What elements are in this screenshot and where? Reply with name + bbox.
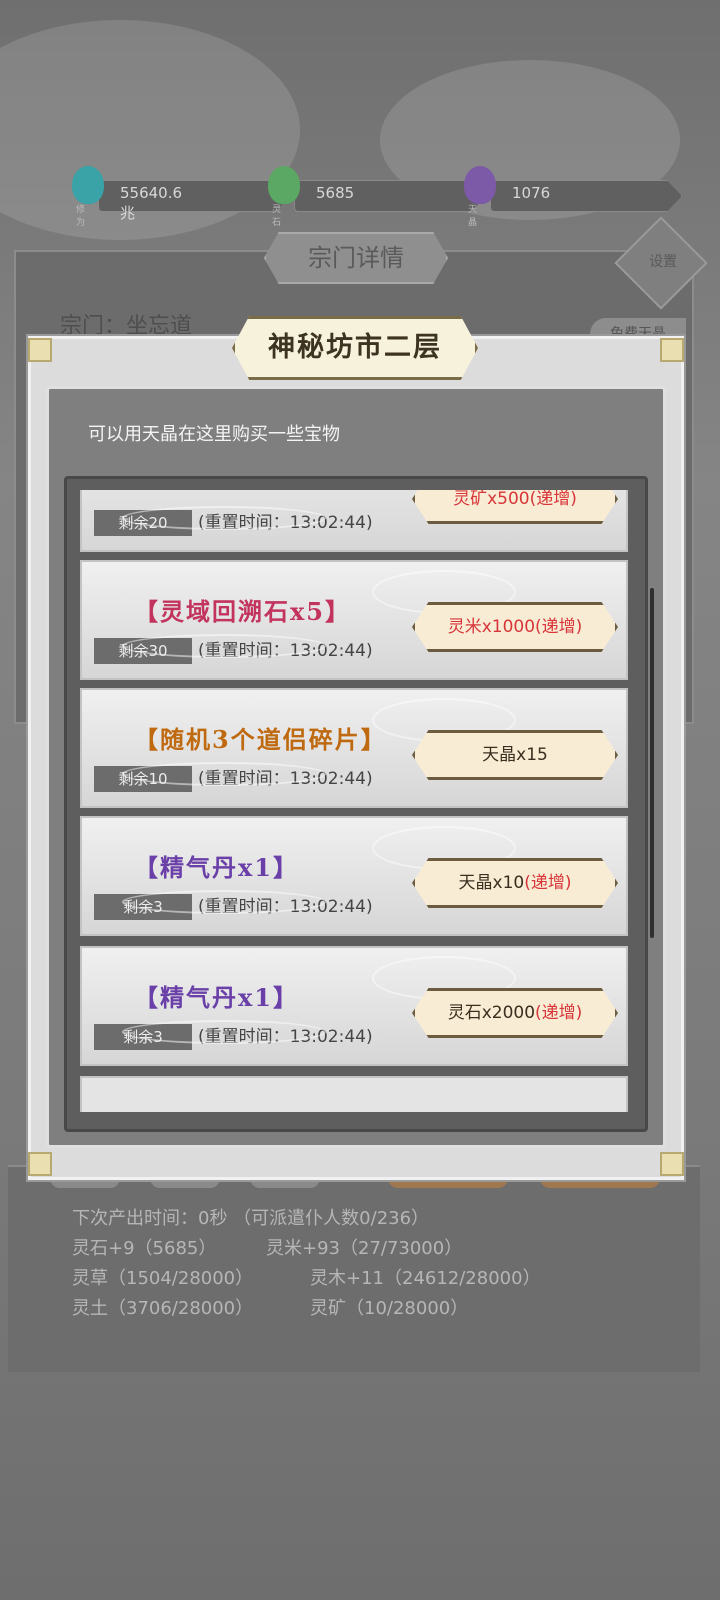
currency-value: 1076: [512, 184, 551, 202]
item-remaining: 剩余20: [94, 510, 192, 536]
buy-button[interactable]: 天晶x10(递增): [412, 858, 618, 908]
shop-item-card: 【精气丹x1】 剩余3 (重置时间：13:02:44) 天晶x10(递增): [80, 816, 628, 936]
item-remaining: 剩余30: [94, 638, 192, 664]
price-base: 天晶x15: [482, 745, 548, 765]
shop-item-card-partial: [80, 1076, 628, 1112]
modal-corner: [660, 338, 684, 362]
price-base: 天晶x10: [458, 873, 525, 893]
price-base: 灵石x2000: [447, 1003, 536, 1023]
item-reset-time: (重置时间：13:02:44): [198, 513, 373, 533]
shop-item-card: 【随机3个道侣碎片】 剩余10 (重置时间：13:02:44) 天晶x15: [80, 688, 628, 808]
item-reset-time: (重置时间：13:02:44): [198, 641, 373, 661]
item-remaining: 剩余3: [94, 894, 192, 920]
currency-value: 5685: [316, 184, 355, 202]
price-increment: (递增): [524, 873, 572, 893]
stat-spirit-ore: 灵矿（10/28000）: [310, 1298, 469, 1319]
stat-spirit-rice: 灵米+93（27/73000）: [266, 1238, 463, 1259]
buy-button[interactable]: 灵米x1000(递增): [412, 602, 618, 652]
modal-corner: [660, 1152, 684, 1176]
shop-list-scrollbar[interactable]: [650, 588, 654, 938]
item-name: 【精气丹x1】: [134, 853, 300, 882]
currency-caption: 灵石: [272, 205, 282, 228]
modal-description: 可以用天晶在这里购买一些宝物: [88, 424, 340, 445]
modal-title: 神秘坊市二层: [232, 316, 478, 380]
price-base: 灵矿x500: [453, 490, 530, 509]
price-increment: (递增): [535, 617, 583, 637]
stat-spirit-wood: 灵木+11（24612/28000）: [310, 1268, 541, 1289]
buy-button[interactable]: 灵矿x500(递增): [412, 490, 618, 524]
price-increment: (递增): [535, 1003, 583, 1023]
price-increment: (递增): [529, 490, 577, 509]
modal-corner: [28, 338, 52, 362]
stat-spirit-herb: 灵草（1504/28000）: [72, 1268, 254, 1289]
item-remaining: 剩余10: [94, 766, 192, 792]
sect-detail-title: 宗门详情: [264, 232, 448, 284]
spirit-stone-crystal-icon: [268, 166, 300, 204]
item-name: 【灵域回溯石x5】: [134, 597, 352, 626]
item-reset-time: (重置时间：13:02:44): [198, 769, 373, 789]
settings-label: 设置: [649, 253, 678, 270]
stat-spirit-soil: 灵土（3706/28000）: [72, 1298, 254, 1319]
currency-caption: 修为: [76, 205, 86, 228]
item-reset-time: (重置时间：13:02:44): [198, 1027, 373, 1047]
item-name: 【随机3个道侣碎片】: [134, 725, 387, 754]
currency-value: 55640.6兆: [120, 184, 183, 222]
stat-next-output: 下次产出时间：0秒 （可派遣仆人数0/236）: [72, 1208, 430, 1229]
shop-list[interactable]: 剩余20 (重置时间：13:02:44) 灵矿x500(递增) 【灵域回溯石x5…: [78, 490, 630, 1112]
shop-item-card: 【精气丹x1】 剩余3 (重置时间：13:02:44) 灵石x2000(递增): [80, 946, 628, 1066]
stat-spirit-stone: 灵石+9（5685）: [72, 1238, 217, 1259]
shop-item-card: 剩余20 (重置时间：13:02:44) 灵矿x500(递增): [80, 490, 628, 552]
item-remaining: 剩余3: [94, 1024, 192, 1050]
currency-caption: 天晶: [468, 205, 478, 228]
item-name: 【精气丹x1】: [134, 983, 300, 1012]
buy-button[interactable]: 天晶x15: [412, 730, 618, 780]
shop-item-card: 【灵域回溯石x5】 剩余30 (重置时间：13:02:44) 灵米x1000(递…: [80, 560, 628, 680]
sky-crystal-icon: [464, 166, 496, 204]
item-reset-time: (重置时间：13:02:44): [198, 897, 373, 917]
price-base: 灵米x1000: [447, 617, 536, 637]
cultivation-flame-icon: [72, 166, 104, 204]
modal-corner: [28, 1152, 52, 1176]
buy-button[interactable]: 灵石x2000(递增): [412, 988, 618, 1038]
